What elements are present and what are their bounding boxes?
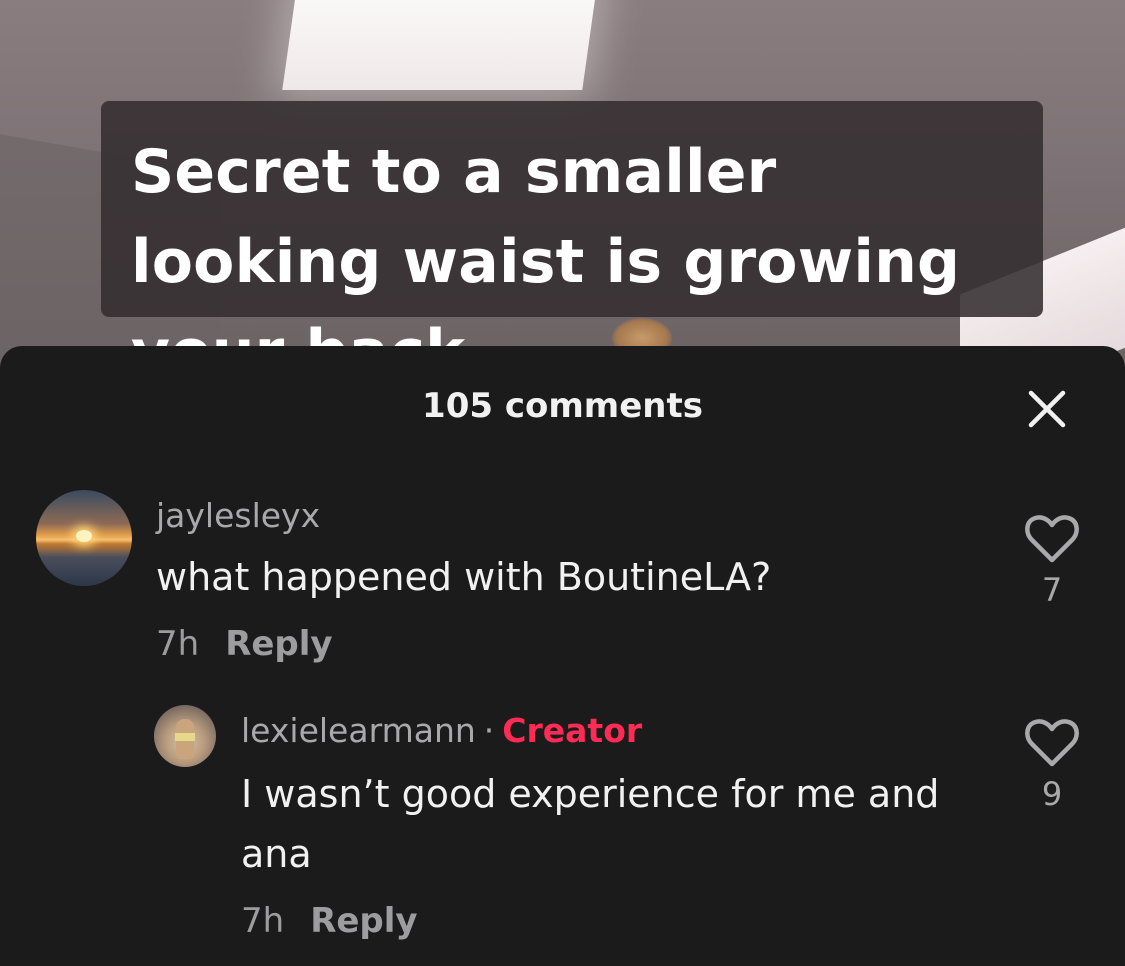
badge-separator: ·	[483, 711, 495, 750]
video-caption-box: Secret to a smaller looking waist is gro…	[101, 101, 1043, 380]
reply-button[interactable]: Reply	[225, 624, 332, 664]
comment-text: what happened with BoutineLA?	[156, 555, 772, 599]
avatar[interactable]	[36, 490, 132, 586]
heart-icon	[1025, 719, 1079, 767]
comment-username[interactable]: jaylesleyx	[156, 496, 320, 535]
reply-time: 7h	[241, 901, 285, 941]
like-button[interactable]: 9	[1017, 718, 1087, 813]
reply-meta: 7h Reply	[241, 901, 418, 941]
like-button[interactable]: 7	[1017, 514, 1087, 609]
reply-username[interactable]: lexielearmann	[241, 711, 476, 750]
video-background: Secret to a smaller looking waist is gro…	[0, 0, 1125, 380]
reply-button[interactable]: Reply	[310, 901, 417, 941]
avatar[interactable]	[154, 705, 216, 767]
sunset-avatar-icon	[76, 530, 92, 542]
ceiling-light	[282, 0, 598, 90]
heart-icon	[1025, 515, 1079, 563]
video-caption: Secret to a smaller looking waist is gro…	[131, 137, 961, 380]
comment-meta: 7h Reply	[156, 624, 333, 664]
close-button[interactable]	[1022, 384, 1072, 434]
reply-text: I wasn’t good experience for me and ana	[241, 772, 940, 876]
close-icon	[1028, 390, 1066, 428]
comments-count-title: 105 comments	[422, 386, 703, 426]
like-count: 9	[1041, 775, 1063, 813]
creator-badge: Creator	[502, 711, 643, 750]
comment-time: 7h	[156, 624, 200, 664]
like-count: 7	[1041, 571, 1063, 609]
avatar-detail	[175, 733, 195, 741]
reply-username-row: lexielearmann · Creator	[241, 711, 642, 750]
comments-sheet: 105 comments jaylesleyx what happened wi…	[0, 346, 1125, 966]
